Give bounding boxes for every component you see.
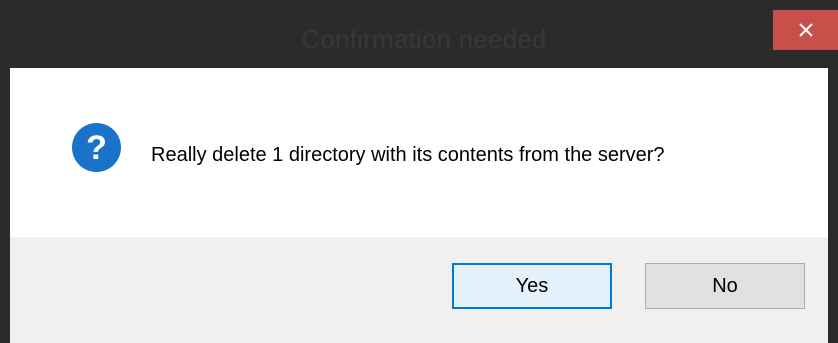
title-bar[interactable]: Confirmation needed xyxy=(10,10,838,68)
dialog-client-area: ? Really delete 1 directory with its con… xyxy=(10,68,828,343)
yes-button[interactable]: Yes xyxy=(452,263,612,309)
close-icon xyxy=(798,23,813,37)
confirmation-message: Really delete 1 directory with its conte… xyxy=(151,144,665,166)
no-button[interactable]: No xyxy=(645,263,805,309)
message-area: ? Really delete 1 directory with its con… xyxy=(10,68,828,237)
close-button[interactable] xyxy=(773,10,838,50)
button-bar: Yes No xyxy=(10,237,828,343)
confirmation-dialog: Confirmation needed ? Really delete 1 di… xyxy=(0,0,838,343)
svg-text:?: ? xyxy=(86,129,107,167)
question-icon: ? xyxy=(72,123,121,172)
window-title: Confirmation needed xyxy=(301,24,547,54)
